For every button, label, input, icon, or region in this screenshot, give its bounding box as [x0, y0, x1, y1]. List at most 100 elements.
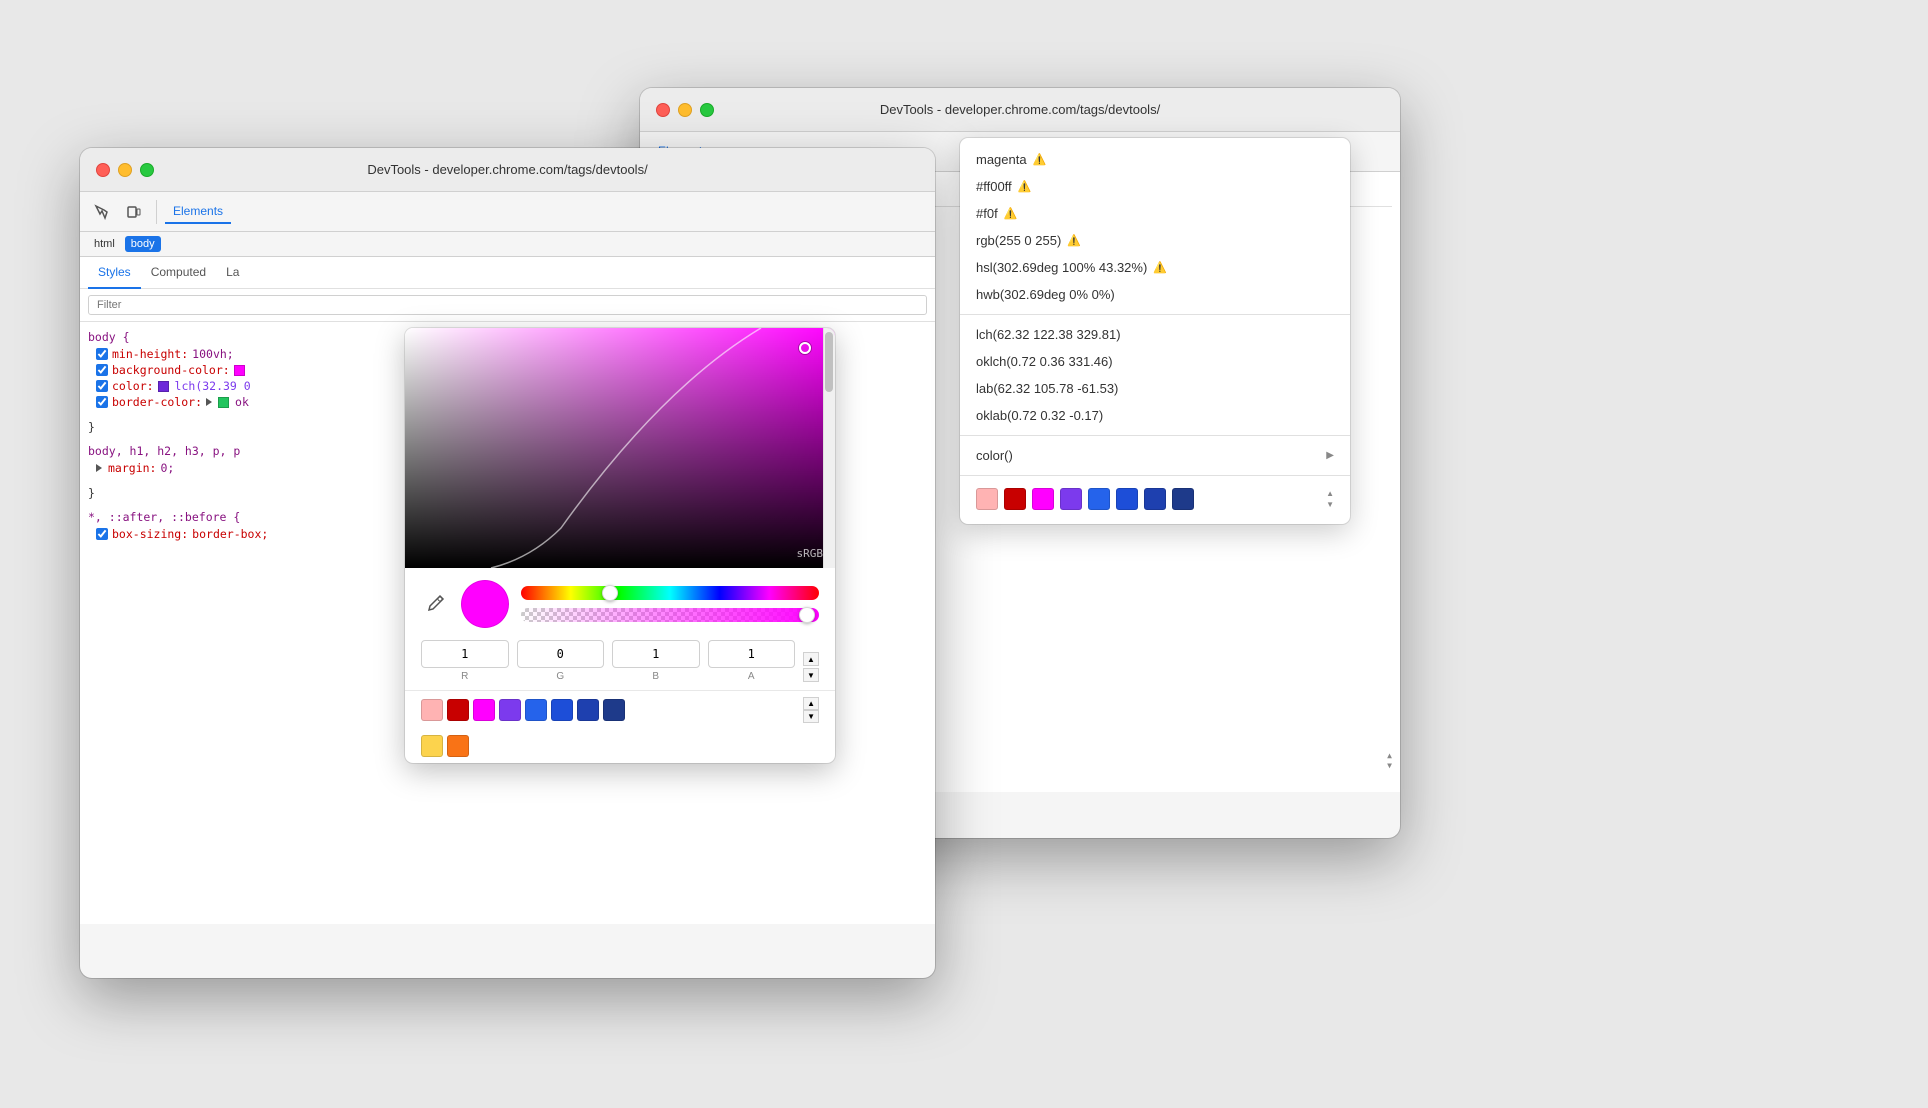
- filter-input[interactable]: [88, 295, 927, 315]
- dropdown-swatch-4[interactable]: [1060, 488, 1082, 510]
- b-channel-input[interactable]: [612, 640, 700, 668]
- border-color-swatch[interactable]: [218, 397, 229, 408]
- dropdown-swatch-3[interactable]: [1032, 488, 1054, 510]
- hue-slider[interactable]: [521, 586, 819, 600]
- front-breadcrumb: html body: [80, 232, 935, 257]
- color-swatches-row: ▲ ▼: [405, 690, 835, 729]
- back-swatch-spinner[interactable]: ▲ ▼: [1387, 752, 1392, 770]
- dropdown-oklab-label: oklab(0.72 0.32 -0.17): [976, 408, 1103, 423]
- dropdown-swatch-5[interactable]: [1088, 488, 1110, 510]
- dropdown-divider-2: [960, 435, 1350, 436]
- border-color-name: border-color:: [112, 395, 202, 409]
- swatch-blue1[interactable]: [525, 699, 547, 721]
- dropdown-f0f[interactable]: #f0f ⚠️: [960, 200, 1350, 227]
- back-minimize-button[interactable]: [678, 103, 692, 117]
- gradient-scrollbar[interactable]: [823, 328, 835, 568]
- gradient-scrollbar-thumb[interactable]: [825, 332, 833, 392]
- front-maximize-button[interactable]: [140, 163, 154, 177]
- swatch-blue3[interactable]: [577, 699, 599, 721]
- color-swatch[interactable]: [158, 381, 169, 392]
- dropdown-warning-ff00ff: ⚠️: [1018, 180, 1032, 193]
- g-channel-input[interactable]: [517, 640, 605, 668]
- alpha-slider-thumb[interactable]: [799, 607, 815, 623]
- a-channel-label: A: [748, 671, 755, 682]
- b-channel-group: B: [612, 640, 700, 682]
- swatch-spinner-up[interactable]: ▲: [803, 697, 819, 710]
- spinner-up-button[interactable]: ▲: [803, 652, 819, 666]
- box-sizing-checkbox[interactable]: [96, 528, 108, 540]
- swatch-red[interactable]: [447, 699, 469, 721]
- device-toolbar-button[interactable]: [120, 198, 148, 226]
- swatch-yellow[interactable]: [421, 735, 443, 757]
- swatch-spinner-down[interactable]: ▼: [803, 710, 819, 723]
- min-height-checkbox[interactable]: [96, 348, 108, 360]
- dropdown-hsl[interactable]: hsl(302.69deg 100% 43.32%) ⚠️: [960, 254, 1350, 281]
- front-minimize-button[interactable]: [118, 163, 132, 177]
- margin-value: 0;: [160, 461, 174, 475]
- a-channel-input[interactable]: [708, 640, 796, 668]
- color-preview-circle: [461, 580, 509, 628]
- dropdown-f0f-label: #f0f: [976, 206, 998, 221]
- elements-tab[interactable]: Elements: [165, 200, 231, 224]
- swatch-blue4[interactable]: [603, 699, 625, 721]
- dropdown-swatch-6[interactable]: [1116, 488, 1138, 510]
- bg-color-swatch[interactable]: [234, 365, 245, 376]
- dropdown-ff00ff[interactable]: #ff00ff ⚠️: [960, 173, 1350, 200]
- alpha-slider[interactable]: [521, 608, 819, 622]
- back-close-button[interactable]: [656, 103, 670, 117]
- dropdown-lab[interactable]: lab(62.32 105.78 -61.53): [960, 375, 1350, 402]
- g-channel-group: G: [517, 640, 605, 682]
- hue-slider-thumb[interactable]: [602, 585, 618, 601]
- border-color-checkbox[interactable]: [96, 396, 108, 408]
- dropdown-hwb-label: hwb(302.69deg 0% 0%): [976, 287, 1115, 302]
- swatch-pink[interactable]: [421, 699, 443, 721]
- swatch-blue2[interactable]: [551, 699, 573, 721]
- dropdown-swatch-spinner[interactable]: ▲ ▼: [1326, 489, 1334, 509]
- swatch-purple[interactable]: [499, 699, 521, 721]
- breadcrumb-body[interactable]: body: [125, 236, 161, 252]
- front-filter-bar: [80, 289, 935, 322]
- dropdown-swatch-7[interactable]: [1144, 488, 1166, 510]
- dropdown-rgb-label: rgb(255 0 255): [976, 233, 1061, 248]
- channel-spinner[interactable]: ▲ ▼: [803, 652, 819, 682]
- dropdown-color-fn[interactable]: color() ▶: [960, 442, 1350, 469]
- front-close-button[interactable]: [96, 163, 110, 177]
- bg-color-checkbox[interactable]: [96, 364, 108, 376]
- breadcrumb-html[interactable]: html: [88, 236, 121, 252]
- dropdown-swatch-2[interactable]: [1004, 488, 1026, 510]
- swatch-spinner[interactable]: ▲ ▼: [803, 697, 819, 723]
- eyedropper-icon: [425, 594, 445, 614]
- tab-la[interactable]: La: [216, 257, 249, 289]
- b-channel-label: B: [652, 671, 659, 682]
- bg-color-name: background-color:: [112, 363, 230, 377]
- dropdown-lch[interactable]: lch(62.32 122.38 329.81): [960, 321, 1350, 348]
- dropdown-oklch[interactable]: oklch(0.72 0.36 331.46): [960, 348, 1350, 375]
- back-traffic-lights: [656, 103, 714, 117]
- swatch-orange[interactable]: [447, 735, 469, 757]
- back-maximize-button[interactable]: [700, 103, 714, 117]
- dropdown-swatch-8[interactable]: [1172, 488, 1194, 510]
- dropdown-lab-label: lab(62.32 105.78 -61.53): [976, 381, 1118, 396]
- dropdown-oklab[interactable]: oklab(0.72 0.32 -0.17): [960, 402, 1350, 429]
- dropdown-hwb[interactable]: hwb(302.69deg 0% 0%): [960, 281, 1350, 308]
- dropdown-magenta[interactable]: magenta ⚠️: [960, 146, 1350, 173]
- spinner-down-button[interactable]: ▼: [803, 668, 819, 682]
- color-swatches-row-2: [405, 729, 835, 763]
- dropdown-hsl-label: hsl(302.69deg 100% 43.32%): [976, 260, 1147, 275]
- dropdown-swatch-1[interactable]: [976, 488, 998, 510]
- dropdown-color-fn-label: color(): [976, 448, 1013, 463]
- front-devtools-window: DevTools - developer.chrome.com/tags/dev…: [80, 148, 935, 978]
- swatch-magenta[interactable]: [473, 699, 495, 721]
- dropdown-rgb[interactable]: rgb(255 0 255) ⚠️: [960, 227, 1350, 254]
- front-window-title: DevTools - developer.chrome.com/tags/dev…: [367, 162, 647, 177]
- tab-computed[interactable]: Computed: [141, 257, 216, 289]
- box-sizing-name: box-sizing:: [112, 527, 188, 541]
- tab-styles[interactable]: Styles: [88, 257, 141, 289]
- inspect-element-button[interactable]: [88, 198, 116, 226]
- r-channel-input[interactable]: [421, 640, 509, 668]
- color-checkbox[interactable]: [96, 380, 108, 392]
- dropdown-warning-f0f: ⚠️: [1004, 207, 1018, 220]
- device-icon: [126, 204, 142, 220]
- eyedropper-button[interactable]: [421, 590, 449, 618]
- color-gradient-area[interactable]: sRGB: [405, 328, 835, 568]
